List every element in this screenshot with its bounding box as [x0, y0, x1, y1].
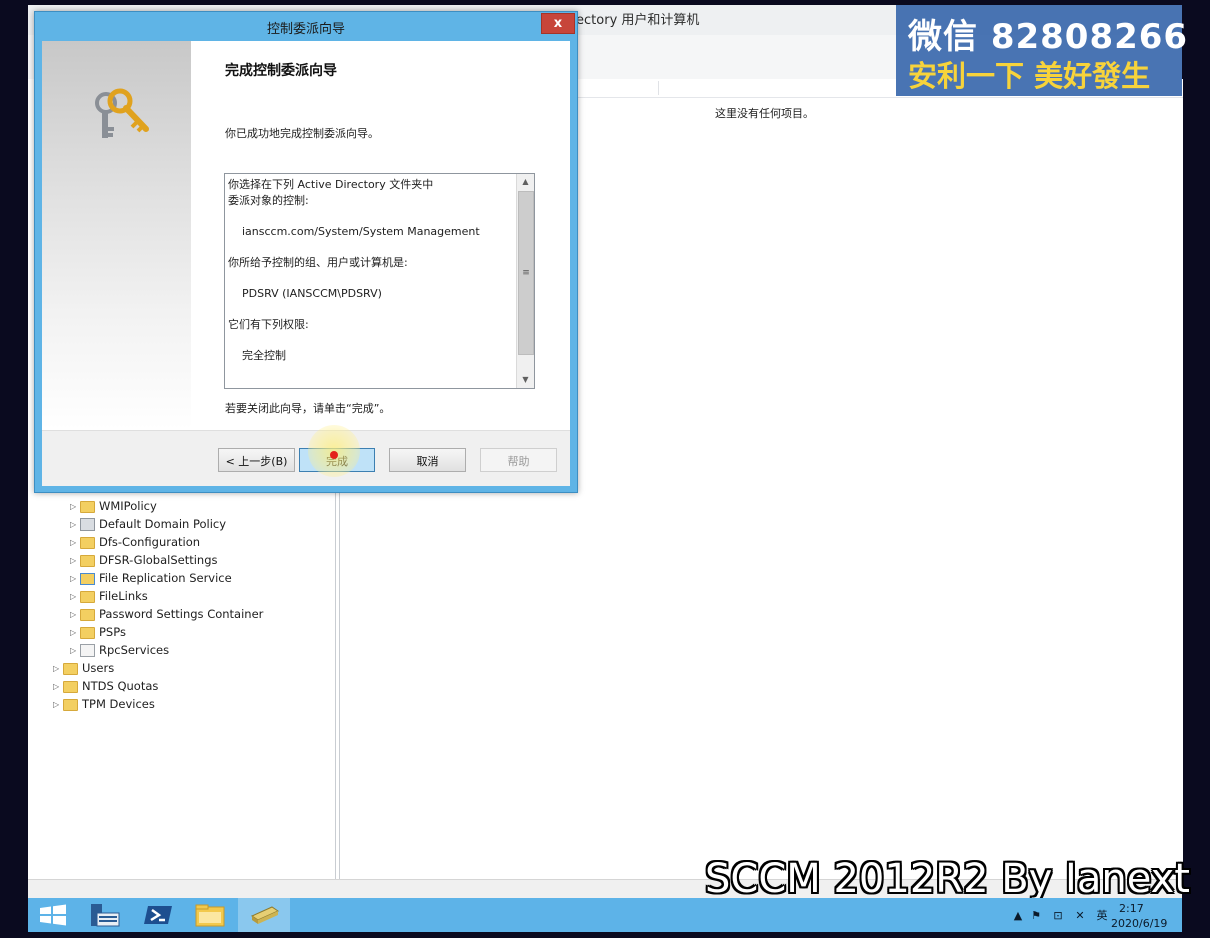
watermark-line-1: 微信 82808266	[908, 17, 1189, 57]
tree-item-psps[interactable]: ▷ PSPs	[70, 623, 126, 641]
summary-text: 你选择在下列 Active Directory 文件夹中 委派对象的控制: ia…	[228, 178, 480, 362]
scroll-down-icon[interactable]: ▼	[517, 372, 534, 388]
wizard-success-text: 你已成功地完成控制委派向导。	[225, 127, 379, 140]
replication-folder-icon	[80, 572, 95, 585]
expand-arrow-icon[interactable]: ▷	[53, 696, 63, 714]
tree-item-filelinks[interactable]: ▷ FileLinks	[70, 587, 148, 605]
tree-item-label: Dfs-Configuration	[99, 535, 201, 549]
powershell-button[interactable]	[132, 898, 184, 932]
cancel-button[interactable]: 取消	[389, 448, 466, 472]
rpc-services-icon	[80, 644, 95, 657]
system-tray: ▲ ⚑ ⊡ ✕ 英 2:17 2020/6/19	[1011, 898, 1182, 932]
scroll-up-icon[interactable]: ▲	[517, 174, 534, 190]
tree-item-label: WMIPolicy	[99, 499, 157, 513]
wizard-heading: 完成控制委派向导	[225, 63, 337, 79]
back-button[interactable]: < 上一步(B)	[218, 448, 295, 472]
dialog-footer: < 上一步(B) 完成 取消 帮助	[42, 430, 570, 486]
policy-object-icon	[80, 518, 95, 531]
expand-arrow-icon[interactable]: ▷	[70, 570, 80, 588]
delegation-wizard-dialog: 控制委派向导 x 完成控制委派向导 你已成功地完成控制委派向导。 你选择在下列 …	[34, 11, 578, 493]
tree-item-password-settings-container[interactable]: ▷ Password Settings Container	[70, 605, 263, 623]
tree-item-label: Password Settings Container	[99, 607, 264, 621]
expand-arrow-icon[interactable]: ▷	[70, 606, 80, 624]
video-caption: SCCM 2012R2 By Ianext	[705, 856, 1190, 902]
wizard-side-banner	[42, 41, 191, 430]
expand-arrow-icon[interactable]: ▷	[70, 642, 80, 660]
video-frame-right	[1182, 0, 1210, 938]
close-hint-text: 若要关闭此向导，请单击“完成”。	[225, 402, 391, 415]
taskbar: ▲ ⚑ ⊡ ✕ 英 2:17 2020/6/19	[28, 898, 1182, 932]
windows-logo-icon	[40, 904, 66, 926]
folder-icon	[80, 626, 95, 639]
tree-item-dfs-configuration[interactable]: ▷ Dfs-Configuration	[70, 533, 200, 551]
tree-item-rpcservices[interactable]: ▷ RpcServices	[70, 641, 169, 659]
tree-item-label: Users	[82, 661, 115, 675]
tree-item-label: DFSR-GlobalSettings	[99, 553, 218, 567]
folder-icon	[80, 590, 95, 603]
clock-date[interactable]: 2020/6/19	[1111, 917, 1167, 930]
server-manager-icon	[91, 904, 120, 927]
tree-item-label: File Replication Service	[99, 571, 232, 585]
expand-arrow-icon[interactable]: ▷	[53, 660, 63, 678]
tree-item-label: TPM Devices	[82, 697, 155, 711]
folder-icon	[80, 536, 95, 549]
tree-item-default-domain-policy[interactable]: ▷ Default Domain Policy	[70, 515, 226, 533]
dialog-title: 控制委派向导	[266, 22, 345, 37]
help-button[interactable]: 帮助	[480, 448, 557, 472]
network-icon[interactable]: ⊡	[1051, 909, 1065, 922]
expand-arrow-icon[interactable]: ▷	[70, 552, 80, 570]
watermark-line-2: 安利一下 美好發生	[908, 59, 1151, 93]
show-hidden-icons-icon[interactable]: ▲	[1011, 909, 1025, 922]
folder-icon	[63, 698, 78, 711]
folder-icon	[63, 680, 78, 693]
tree-item-wmipolicy[interactable]: ▷ WMIPolicy	[70, 497, 157, 515]
file-explorer-icon	[195, 904, 225, 927]
tree-item-ntds-quotas[interactable]: ▷ NTDS Quotas	[53, 677, 158, 695]
expand-arrow-icon[interactable]: ▷	[70, 516, 80, 534]
tree-item-dfsr-globalsettings[interactable]: ▷ DFSR-GlobalSettings	[70, 551, 218, 569]
aduc-app-icon	[250, 906, 280, 924]
dialog-body: 完成控制委派向导 你已成功地完成控制委派向导。 你选择在下列 Active Di…	[42, 41, 570, 486]
folder-icon	[80, 608, 95, 621]
column-separator[interactable]	[658, 81, 659, 95]
clock-time[interactable]: 2:17	[1119, 902, 1144, 915]
volume-muted-icon[interactable]: ✕	[1073, 909, 1087, 922]
cursor-click-indicator	[330, 451, 338, 459]
file-explorer-button[interactable]	[184, 898, 236, 932]
expand-arrow-icon[interactable]: ▷	[70, 534, 80, 552]
watermark-banner: 微信 82808266 安利一下 美好發生	[896, 5, 1187, 96]
action-center-flag-icon[interactable]: ⚑	[1029, 909, 1043, 922]
expand-arrow-icon[interactable]: ▷	[70, 624, 80, 642]
vertical-scrollbar[interactable]: ▲ ≡ ▼	[516, 174, 534, 388]
video-frame-bottom	[0, 932, 1210, 938]
server-manager-button[interactable]	[80, 898, 132, 932]
summary-textbox[interactable]: 你选择在下列 Active Directory 文件夹中 委派对象的控制: ia…	[224, 173, 535, 389]
aduc-taskbar-button[interactable]	[238, 898, 290, 932]
expand-arrow-icon[interactable]: ▷	[70, 588, 80, 606]
folder-icon	[80, 554, 95, 567]
expand-arrow-icon[interactable]: ▷	[70, 498, 80, 516]
close-button[interactable]: x	[541, 13, 575, 34]
start-button[interactable]	[28, 898, 80, 932]
scrollbar-thumb[interactable]: ≡	[518, 191, 534, 355]
empty-list-message: 这里没有任何项目。	[715, 107, 814, 120]
tree-item-file-replication-service[interactable]: ▷ File Replication Service	[70, 569, 232, 587]
tree-item-label: Default Domain Policy	[99, 517, 227, 531]
keys-icon	[95, 88, 149, 138]
tree-item-users[interactable]: ▷ Users	[53, 659, 114, 677]
tree-item-label: RpcServices	[99, 643, 170, 657]
tree-item-tpm-devices[interactable]: ▷ TPM Devices	[53, 695, 155, 713]
folder-icon	[80, 500, 95, 513]
video-frame-left	[0, 0, 28, 938]
powershell-icon	[144, 906, 172, 924]
folder-icon	[63, 662, 78, 675]
tree-item-label: NTDS Quotas	[82, 679, 159, 693]
ime-indicator[interactable]: 英	[1095, 909, 1109, 922]
tree-item-label: PSPs	[99, 625, 126, 639]
tree-item-label: FileLinks	[99, 589, 148, 603]
expand-arrow-icon[interactable]: ▷	[53, 678, 63, 696]
dialog-title-bar[interactable]: 控制委派向导 x	[35, 12, 577, 40]
